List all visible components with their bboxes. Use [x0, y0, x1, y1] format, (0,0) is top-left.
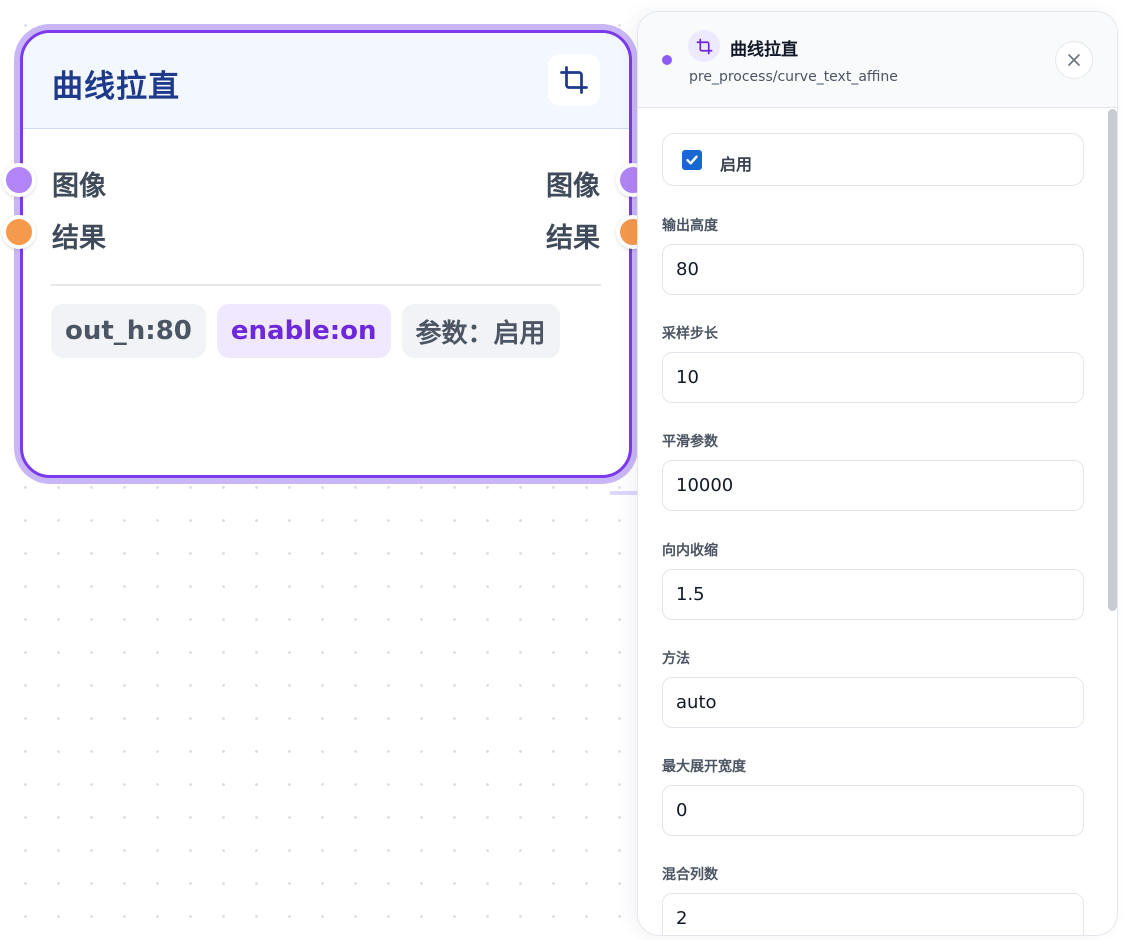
sample-step-input[interactable]: 10 — [662, 352, 1084, 403]
node-title: 曲线拉直 — [52, 69, 180, 105]
edge-connector — [610, 491, 640, 495]
node-divider — [51, 284, 601, 286]
enable-toggle-row[interactable]: 启用 — [662, 133, 1084, 186]
input-port-image[interactable] — [2, 163, 36, 197]
tag-enable: enable:on — [216, 304, 391, 358]
crop-icon — [688, 30, 720, 62]
panel-subtitle: pre_process/curve_text_affine — [689, 69, 898, 85]
panel-scrollbar[interactable] — [1108, 109, 1117, 611]
output-port-label-result: 结果 — [546, 223, 600, 254]
enable-checkbox[interactable] — [682, 150, 702, 170]
field-label-max-width: 最大展开宽度 — [662, 759, 746, 775]
input-port-result[interactable] — [2, 215, 36, 249]
panel-title: 曲线拉直 — [730, 40, 798, 60]
tag-out-h: out_h:80 — [51, 304, 206, 358]
port-row-result: 结果 结果 — [2, 212, 650, 254]
input-port-label-image: 图像 — [52, 171, 106, 202]
node-header: 曲线拉直 — [23, 33, 629, 129]
curve-straighten-node[interactable]: 曲线拉直 图像 图像 结果 结果 out_h:80 enable:on 参数：启… — [2, 30, 650, 478]
tag-params: 参数：启用 — [401, 304, 560, 358]
port-row-image: 图像 图像 — [2, 160, 650, 202]
input-port-label-result: 结果 — [52, 223, 106, 254]
panel-header: 曲线拉直 pre_process/curve_text_affine — [638, 12, 1117, 108]
status-dot — [662, 55, 672, 65]
field-label-method: 方法 — [662, 651, 690, 667]
output-height-input[interactable]: 80 — [662, 244, 1084, 295]
check-icon — [686, 155, 698, 165]
method-input[interactable]: auto — [662, 677, 1084, 728]
blend-columns-input[interactable]: 2 — [662, 893, 1084, 935]
smoothing-input[interactable]: 10000 — [662, 460, 1084, 511]
enable-label: 启用 — [720, 155, 753, 174]
output-port-label-image: 图像 — [546, 171, 600, 202]
field-label-blend-columns: 混合列数 — [662, 867, 718, 883]
inward-shrink-input[interactable]: 1.5 — [662, 569, 1084, 620]
field-label-smoothing: 平滑参数 — [662, 434, 718, 450]
close-button[interactable] — [1055, 41, 1093, 79]
graph-canvas[interactable]: 曲线拉直 图像 图像 结果 结果 out_h:80 enable:on 参数：启… — [0, 0, 1125, 940]
properties-panel: 曲线拉直 pre_process/curve_text_affine 启用 输出… — [637, 11, 1118, 936]
max-width-input[interactable]: 0 — [662, 785, 1084, 836]
crop-icon — [548, 54, 600, 106]
field-label-output-height: 输出高度 — [662, 218, 718, 234]
close-icon — [1068, 54, 1080, 66]
field-label-sample-step: 采样步长 — [662, 326, 718, 342]
field-label-inward-shrink: 向内收缩 — [662, 543, 718, 559]
param-tags: out_h:80 enable:on 参数：启用 — [51, 304, 560, 358]
